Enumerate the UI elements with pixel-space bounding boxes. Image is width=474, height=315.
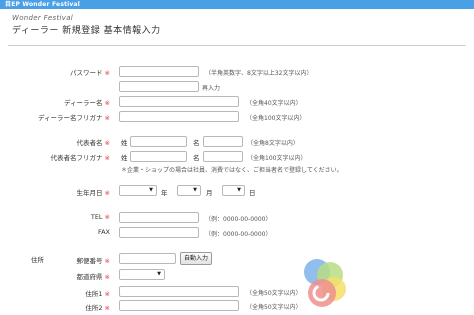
required-mark: ※ [104,290,110,298]
rep-kana-label-text: 代表者名フリガナ [50,154,103,162]
required-mark: ※ [104,304,110,312]
birth-year-select[interactable]: ▼ [119,185,157,196]
dealer-name-label-text: ディーラー名 [64,99,103,107]
address1-input[interactable] [119,286,239,297]
password-confirm-note: 再入力 [202,85,221,92]
page-heading: Wonder Festival ディーラー 新規登録 基本情報入力 [12,14,161,36]
prefecture-select[interactable]: ▼ [119,269,165,280]
address2-input[interactable] [119,300,239,311]
company-note: ＊企業・ショップの場合は社員、消費ではなく、ご担当者名で登録してください。 [121,167,343,174]
rep-kana-note: （全角100文字以内） [247,155,307,162]
rep-name-label: 代表者名 ※ [77,137,110,147]
dealer-kana-note: （全角100文字以内） [246,115,306,122]
required-mark: ※ [104,189,110,197]
top-header-bar: 目EP Wonder Festival [0,0,474,9]
required-mark: ※ [104,273,110,281]
rep-kana-sei-input[interactable] [130,151,187,162]
month-unit: 月 [206,189,213,197]
fax-label-text: FAX [97,228,110,236]
rep-mei-input[interactable] [203,136,243,147]
dealer-kana-label-text: ディーラー名フリガナ [38,114,103,122]
birthdate-label: 生年月日 ※ [77,187,110,197]
page-subtitle: Wonder Festival [12,14,74,22]
rep-kana-mei-input[interactable] [203,151,243,162]
address-section-label: 住所 [31,256,44,264]
site-logo[interactable]: 目EP Wonder Festival [5,0,80,9]
password-input[interactable] [119,66,199,77]
chevron-down-icon: ▼ [149,187,153,193]
day-unit: 日 [249,189,256,197]
required-mark: ※ [104,139,110,147]
colorful-circles-icon [304,259,346,307]
tel-label-text: TEL [90,213,103,221]
prefecture-label-text: 都道府県 [76,273,103,281]
required-mark: ※ [104,114,110,122]
dealer-kana-input[interactable] [119,111,239,122]
address1-note: （全角50文字以内） [246,290,302,297]
rep-mei-label: 名 [193,139,200,147]
required-mark: ※ [104,69,110,77]
birthdate-label-text: 生年月日 [76,189,103,197]
postal-label: 郵便番号 ※ [77,255,110,265]
rep-name-label-text: 代表者名 [76,139,103,147]
address1-label-text: 住所1 [85,290,103,298]
tel-label: TEL ※ [91,213,110,221]
rep-kana-sei-label: 姓 [121,154,128,162]
rep-name-note: （全角8文字以内） [247,140,299,147]
tel-input[interactable] [119,212,199,223]
page-title: ディーラー 新規登録 基本情報入力 [12,26,161,36]
dealer-kana-label: ディーラー名フリガナ ※ [38,112,110,122]
fax-label: FAX [98,228,110,236]
rep-sei-label: 姓 [121,139,128,147]
address2-note: （全角50文字以内） [246,304,302,311]
fax-note: （例：0000-00-0000） [205,231,272,238]
password-note: （半角英数字、8文字以上32文字以内） [205,70,313,77]
dealer-name-note: （全角40文字以内） [246,100,302,107]
required-mark: ※ [104,154,110,162]
rep-sei-input[interactable] [130,136,187,147]
required-mark: ※ [104,99,110,107]
rep-kana-label: 代表者名フリガナ ※ [51,152,110,162]
dealer-name-label: ディーラー名 ※ [64,97,110,107]
dealer-name-input[interactable] [119,96,239,107]
required-mark: ※ [104,257,110,265]
chevron-down-icon: ▼ [193,187,197,193]
postal-code-input[interactable] [119,253,176,264]
chevron-down-icon: ▼ [237,187,241,193]
address1-label: 住所1 ※ [85,288,110,298]
year-unit: 年 [161,189,168,197]
heading-divider [8,45,466,46]
auto-fill-button[interactable]: 自動入力 [180,252,212,265]
password-label-text: パスワード [70,69,103,77]
birth-day-select[interactable]: ▼ [222,185,245,196]
chevron-down-icon: ▼ [157,271,161,277]
password-label: パスワード ※ [70,67,110,77]
address2-label: 住所2 ※ [85,302,110,312]
address2-label-text: 住所2 [85,304,103,312]
password-confirm-input[interactable] [119,81,199,92]
prefecture-label: 都道府県 ※ [77,271,110,281]
birth-month-select[interactable]: ▼ [177,185,201,196]
tel-note: （例：0000-00-0000） [205,216,272,223]
postal-label-text: 郵便番号 [76,257,103,265]
required-mark: ※ [104,213,110,221]
rep-kana-mei-label: 名 [193,154,200,162]
fax-input[interactable] [119,227,199,238]
